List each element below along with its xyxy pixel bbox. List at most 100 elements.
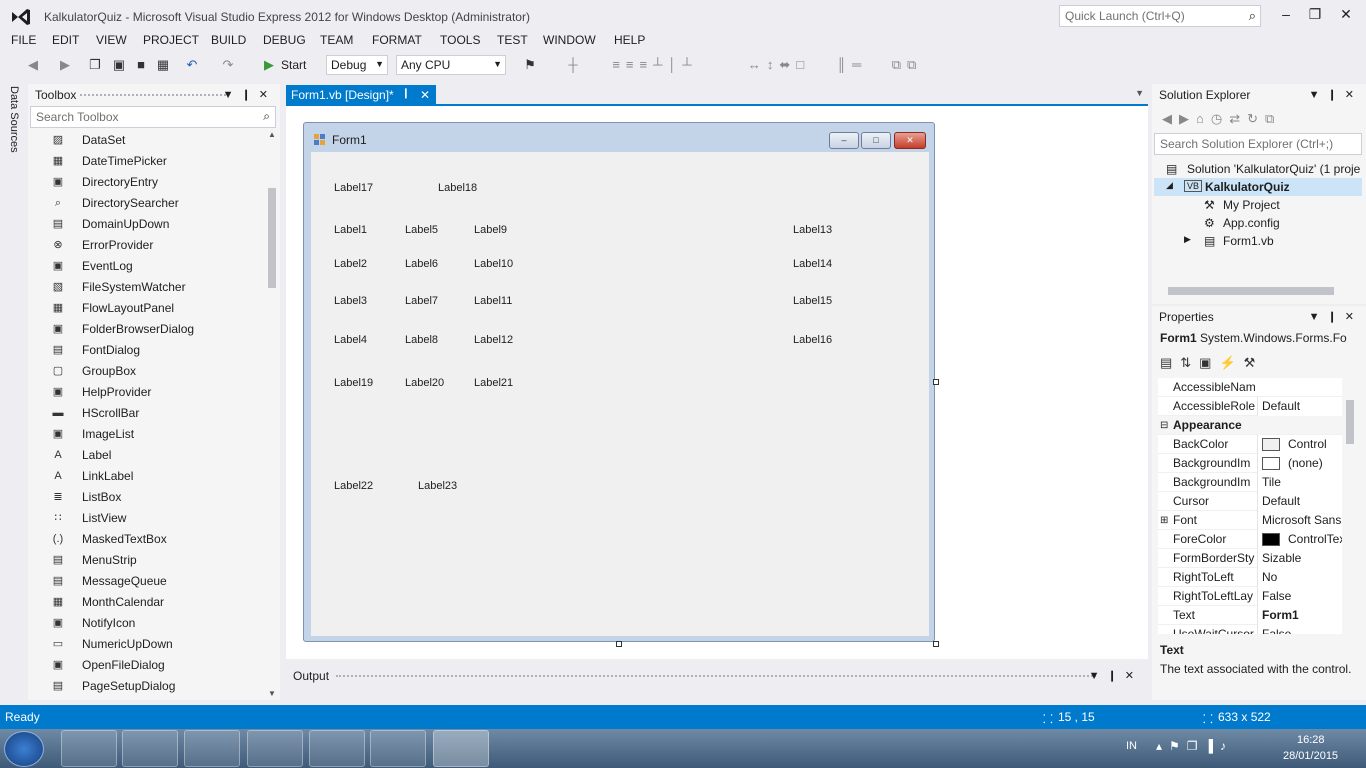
- toolbox-item[interactable]: ≣ ListBox: [28, 487, 264, 508]
- property-value[interactable]: (none): [1257, 454, 1342, 473]
- save-all-icon[interactable]: ▦: [154, 56, 172, 74]
- toolbox-item[interactable]: ▧ FileSystemWatcher: [28, 277, 264, 298]
- toolbox-search-input[interactable]: Search Toolbox ⌕: [30, 106, 276, 128]
- start-icon[interactable]: ▶: [262, 56, 276, 74]
- toolbox-item[interactable]: ▣ FolderBrowserDialog: [28, 319, 264, 340]
- scroll-thumb[interactable]: [268, 188, 276, 288]
- explorer-taskbar-icon[interactable]: [61, 730, 117, 767]
- label12[interactable]: Label12: [474, 334, 513, 346]
- expanded-icon[interactable]: ◢: [1166, 180, 1173, 191]
- solution-search-input[interactable]: Search Solution Explorer (Ctrl+;): [1154, 133, 1362, 155]
- toolbox-item[interactable]: ▬ HScrollBar: [28, 403, 264, 424]
- order-icons[interactable]: ⧉⧉: [882, 56, 932, 74]
- property-row[interactable]: BackColor Control: [1158, 435, 1342, 454]
- media-player-taskbar-icon[interactable]: [122, 730, 178, 767]
- toolbox-item[interactable]: ▭ NumericUpDown: [28, 634, 264, 655]
- app-config-node[interactable]: App.config: [1223, 216, 1280, 230]
- toolbox-item[interactable]: ▢ GroupBox: [28, 361, 264, 382]
- form1-vb-node[interactable]: Form1.vb: [1223, 234, 1274, 248]
- label19[interactable]: Label19: [334, 377, 373, 389]
- menu-project[interactable]: PROJECT: [143, 33, 199, 47]
- toolbox-item[interactable]: ▦ DateTimePicker: [28, 151, 264, 172]
- label4[interactable]: Label4: [334, 334, 367, 346]
- property-row[interactable]: ForeColor ControlTex: [1158, 530, 1342, 549]
- toolbox-item[interactable]: ∷ ListView: [28, 508, 264, 529]
- property-value[interactable]: Tile: [1257, 473, 1342, 492]
- scroll-down-icon[interactable]: ▼: [268, 689, 276, 698]
- pane-controls[interactable]: ▼❙✕: [1089, 669, 1142, 682]
- toolbox-item[interactable]: (.) MaskedTextBox: [28, 529, 264, 550]
- property-value[interactable]: Default: [1257, 397, 1342, 416]
- menu-edit[interactable]: EDIT: [52, 33, 79, 47]
- toolbox-item[interactable]: ⊗ ErrorProvider: [28, 235, 264, 256]
- label1[interactable]: Label1: [334, 224, 367, 236]
- app4-taskbar-icon[interactable]: [247, 730, 303, 767]
- label9[interactable]: Label9: [474, 224, 507, 236]
- property-row[interactable]: UseWaitCursor False: [1158, 625, 1342, 634]
- my-project-node[interactable]: My Project: [1223, 198, 1280, 212]
- resize-handle-right[interactable]: [933, 379, 939, 385]
- property-row[interactable]: AccessibleRole Default: [1158, 397, 1342, 416]
- toolbox-item[interactable]: ▤ MessageQueue: [28, 571, 264, 592]
- toolbox-item[interactable]: ▦ FlowLayoutPanel: [28, 298, 264, 319]
- property-row[interactable]: FormBorderSty Sizable: [1158, 549, 1342, 568]
- toolbox-item[interactable]: ▣ ImageList: [28, 424, 264, 445]
- toolbox-item[interactable]: ▨ DataSet: [28, 130, 264, 151]
- undo-icon[interactable]: ↶: [182, 56, 202, 74]
- toolbox-item[interactable]: ▣ OpenFileDialog: [28, 655, 264, 676]
- label21[interactable]: Label21: [474, 377, 513, 389]
- form-client-area[interactable]: Label17 Label18 Label1 Label5 Label9 Lab…: [311, 152, 929, 636]
- resize-handle-bottom[interactable]: [616, 641, 622, 647]
- toolbox-item[interactable]: ▦ MonthCalendar: [28, 592, 264, 613]
- resize-handle-corner[interactable]: [933, 641, 939, 647]
- property-row[interactable]: RightToLeftLay False: [1158, 587, 1342, 606]
- solution-hscroll-thumb[interactable]: [1168, 287, 1334, 295]
- pane-controls[interactable]: ▼❙✕: [223, 88, 276, 101]
- property-category[interactable]: ⊟ Appearance: [1158, 416, 1342, 435]
- menu-test[interactable]: TEST: [497, 33, 528, 47]
- label7[interactable]: Label7: [405, 295, 438, 307]
- label20[interactable]: Label20: [405, 377, 444, 389]
- property-value[interactable]: No: [1257, 568, 1342, 587]
- visual-studio-taskbar-icon[interactable]: [433, 730, 489, 767]
- label6[interactable]: Label6: [405, 258, 438, 270]
- menu-tools[interactable]: TOOLS: [440, 33, 480, 47]
- label18[interactable]: Label18: [438, 182, 477, 194]
- label15[interactable]: Label15: [793, 295, 832, 307]
- pane-controls[interactable]: ▼❙✕: [1309, 310, 1362, 323]
- platform-select[interactable]: Any CPU ▼: [396, 55, 506, 75]
- label11[interactable]: Label11: [474, 295, 512, 307]
- property-value[interactable]: Microsoft Sans S: [1257, 511, 1342, 530]
- maximize-icon[interactable]: ❐: [1301, 4, 1329, 24]
- menu-view[interactable]: VIEW: [96, 33, 127, 47]
- forward-icon[interactable]: ▶: [56, 56, 74, 74]
- project-node[interactable]: KalkulatorQuiz: [1205, 180, 1290, 194]
- menu-build[interactable]: BUILD: [211, 33, 246, 47]
- collapse-icon[interactable]: ⊟: [1160, 416, 1168, 435]
- property-row[interactable]: Text Form1: [1158, 606, 1342, 625]
- property-value[interactable]: Sizable: [1257, 549, 1342, 568]
- label8[interactable]: Label8: [405, 334, 438, 346]
- system-tray-icons[interactable]: ▴⚑❐▐♪: [1156, 739, 1233, 753]
- label16[interactable]: Label16: [793, 334, 832, 346]
- expand-icon[interactable]: ⊞: [1160, 511, 1168, 530]
- configuration-select[interactable]: Debug ▼: [326, 55, 388, 75]
- property-row[interactable]: Cursor Default: [1158, 492, 1342, 511]
- language-indicator[interactable]: IN: [1126, 740, 1137, 752]
- new-project-icon[interactable]: ❐: [86, 56, 104, 74]
- toolbox-item[interactable]: ▣ NotifyIcon: [28, 613, 264, 634]
- start-orb-icon[interactable]: [4, 731, 44, 767]
- property-value[interactable]: False: [1257, 625, 1342, 634]
- label3[interactable]: Label3: [334, 295, 367, 307]
- label5[interactable]: Label5: [405, 224, 438, 236]
- clock-date[interactable]: 28/01/2015: [1283, 750, 1338, 762]
- tab-form1-design[interactable]: Form1.vb [Design]* ❙ ✕: [286, 85, 436, 106]
- toolbox-item[interactable]: ▤ MenuStrip: [28, 550, 264, 571]
- property-value[interactable]: Default: [1257, 492, 1342, 511]
- property-row[interactable]: RightToLeft No: [1158, 568, 1342, 587]
- menu-format[interactable]: FORMAT: [372, 33, 422, 47]
- menu-help[interactable]: HELP: [614, 33, 645, 47]
- spacing-icons[interactable]: ║═: [832, 56, 872, 74]
- toolbox-item[interactable]: A LinkLabel: [28, 466, 264, 487]
- sticky-notes-taskbar-icon[interactable]: [309, 730, 365, 767]
